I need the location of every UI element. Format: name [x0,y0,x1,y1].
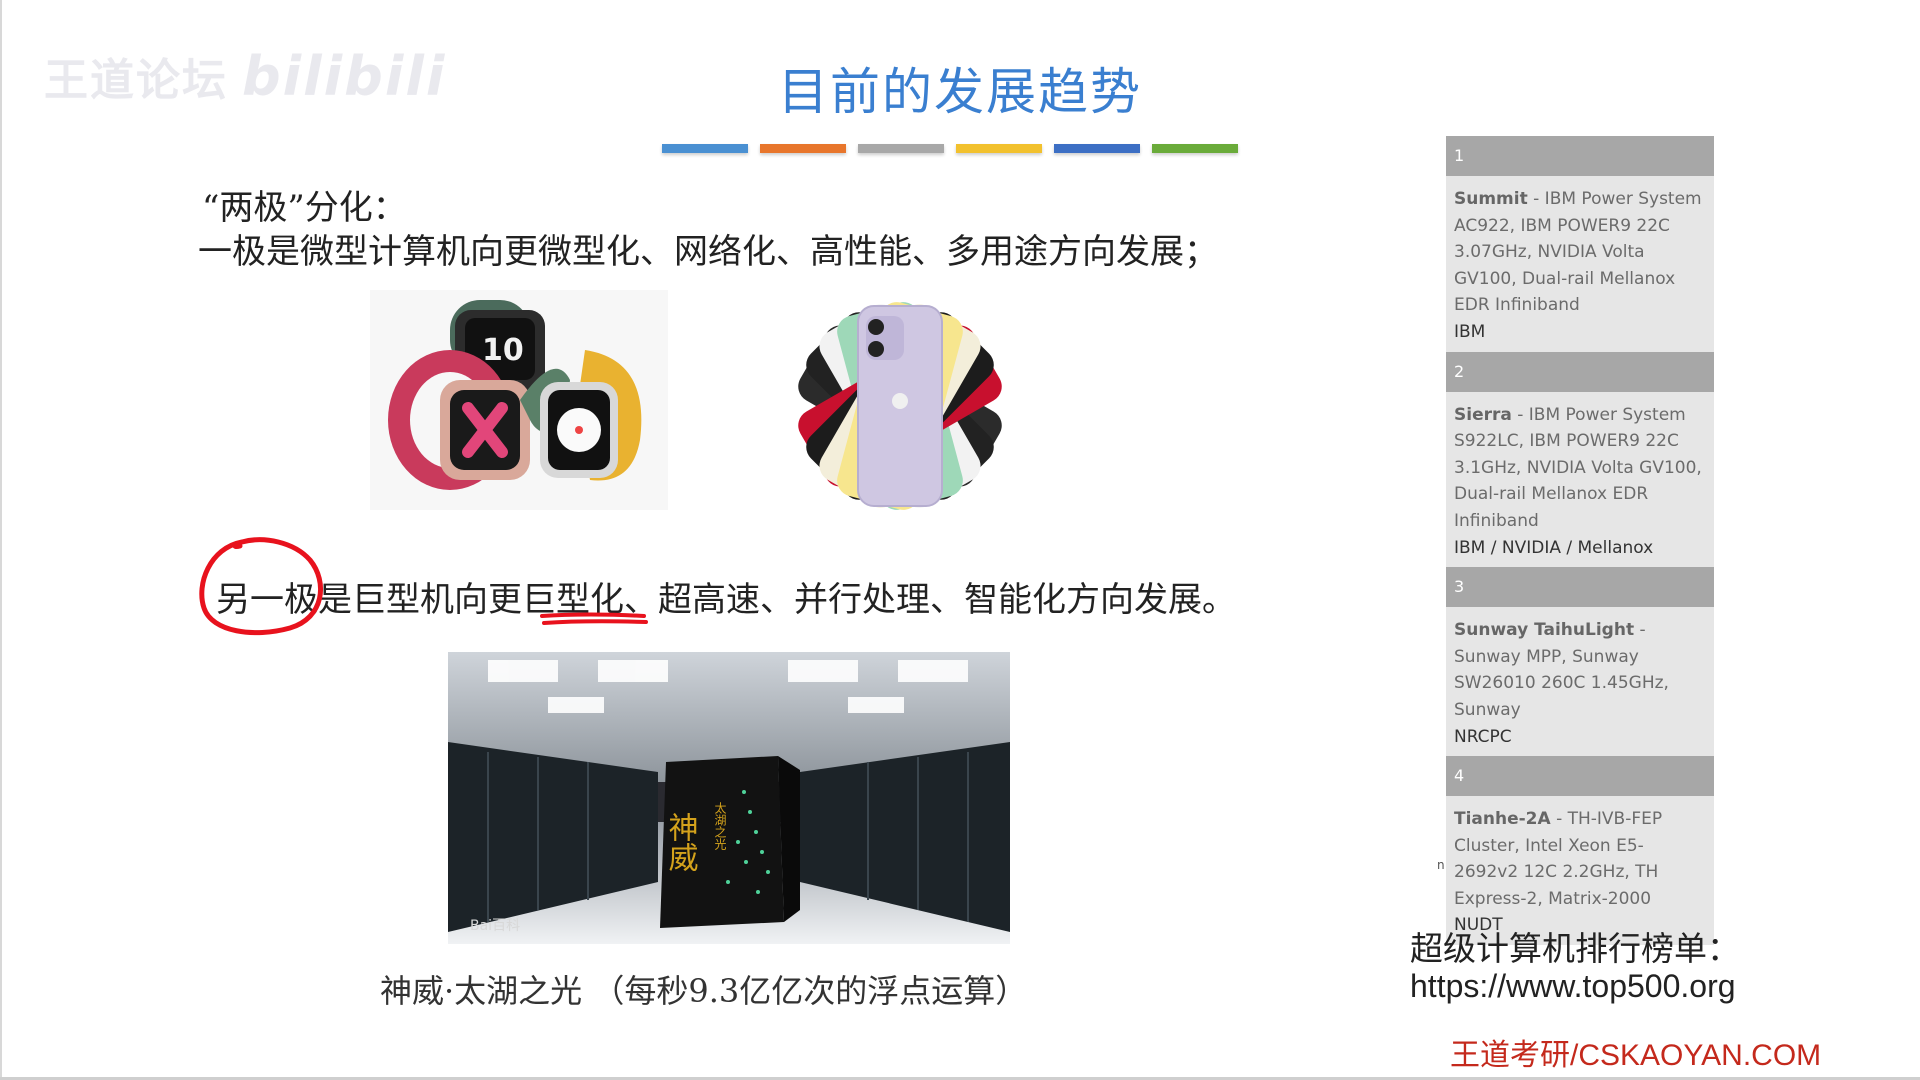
smartphone-image [770,296,1030,512]
frame-border-left [0,0,2,1080]
top500-ranking-panel: 1 Summit - IBM Power System AC922, IBM PO… [1446,136,1714,946]
rank-entry: Summit - IBM Power System AC922, IBM POW… [1446,176,1714,352]
svg-text:10: 10 [482,333,524,368]
title-color-bar [1152,144,1238,153]
rank-number: 4 [1446,756,1714,797]
system-name: Tianhe-2A [1454,809,1551,830]
super-sign-subtext: 太湖之光 [713,801,727,850]
system-name: Sunway TaihuLight [1454,620,1635,641]
system-organization: NRCPC [1454,726,1512,747]
rank-number: 1 [1446,136,1714,176]
supercomputer-image: 神威 太湖之光 Bai百科 [448,652,1010,944]
red-circle-annotation [199,537,324,636]
super-sign-text: 神威 [663,812,699,872]
rank-number: 2 [1446,351,1714,392]
title-color-bar [760,144,846,153]
baidu-watermark: Bai百科 [470,918,520,934]
title-color-bar [1054,144,1140,153]
system-organization: IBM / NVIDIA / Mellanox [1454,537,1654,558]
system-organization: IBM [1454,321,1486,342]
supercomputer-caption: 神威·太湖之光 （每秒9.3亿亿次的浮点运算） [380,972,1028,1010]
giant-trend-text: 另一极是巨型机向更巨型化、超高速、并行处理、智能化方向发展。 [216,580,1236,620]
ranking-caption: 超级计算机排行榜单： [1410,929,1740,968]
rank-entry: Sierra - IBM Power System S922LC, IBM PO… [1446,391,1714,568]
system-name: Summit [1454,189,1528,209]
title-color-bar [662,144,748,153]
top500-url: https://www.top500.org [1410,968,1736,1004]
rank-number: 3 [1446,567,1714,608]
slide-title: 目前的发展趋势 [778,63,1142,121]
footer-brand: 王道考研/CSKAOYAN.COM [1450,1039,1822,1072]
red-underline-annotation [540,612,648,625]
smartwatch-image: 10 [370,290,668,510]
micro-trend-text: 一极是微型计算机向更微型化、网络化、高性能、多用途方向发展； [198,232,1218,272]
slide: 王道论坛 bilibili 目前的发展趋势 “两极”分化： 一极是微型计算机向更微… [0,0,1920,1080]
title-color-bars [662,144,1238,153]
rank-entry: Sunway TaihuLight - Sunway MPP, Sunway S… [1446,607,1714,757]
title-color-bar [956,144,1042,153]
title-color-bar [858,144,944,153]
stray-mark: n [1437,858,1445,872]
system-name: Sierra [1454,404,1512,425]
polarization-heading: “两极”分化： [202,188,407,228]
